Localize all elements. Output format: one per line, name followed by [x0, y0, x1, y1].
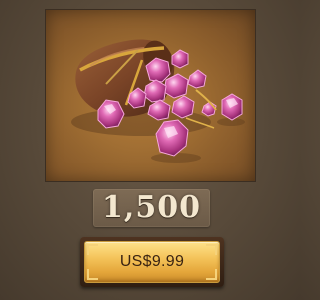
frame-corner: [206, 269, 217, 280]
store-item-card[interactable]: 1,500 US$9.99: [0, 0, 300, 300]
frame-corner: [87, 269, 98, 280]
buy-button[interactable]: US$9.99: [80, 237, 224, 287]
gem-amount: 1,500: [102, 190, 201, 225]
amount-plate: 1,500: [93, 189, 210, 227]
price-label: US$9.99: [119, 253, 185, 270]
frame-corner: [87, 244, 98, 255]
buy-button-face[interactable]: US$9.99: [84, 241, 220, 283]
gem-pouch-image: [46, 10, 255, 181]
gem-pouch-icon: [71, 39, 245, 163]
frame-corner: [206, 244, 217, 255]
